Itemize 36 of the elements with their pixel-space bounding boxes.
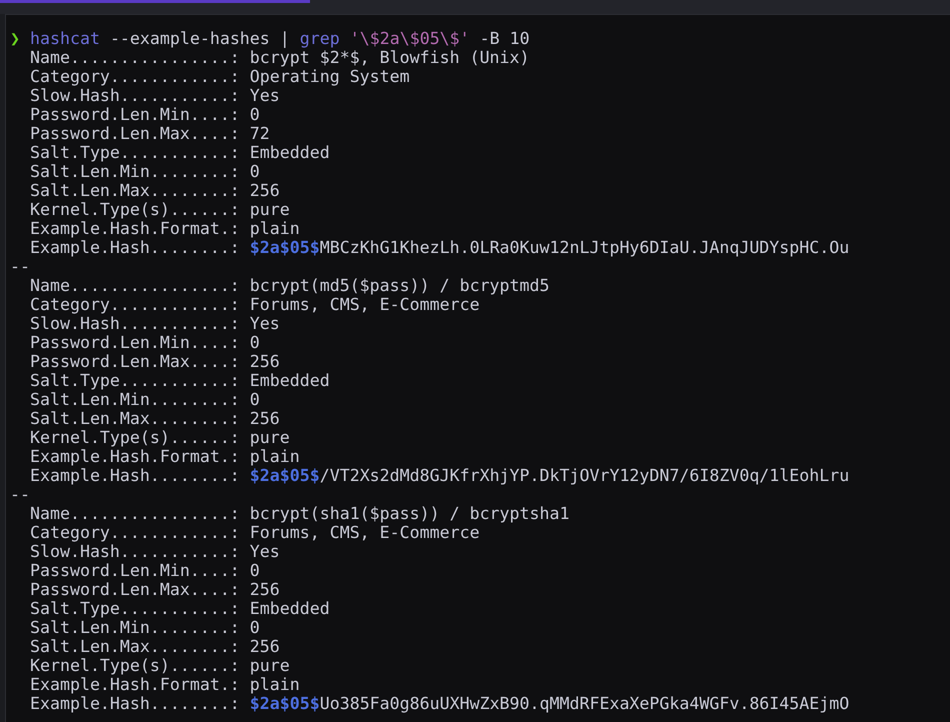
output-line: Salt.Type...........: Embedded [29,143,330,162]
output-line: Name................: bcrypt $2*$, Blowfish (Unix) [29,48,530,67]
output-line: Kernel.Type(s)......: pure [29,656,290,675]
output-line: Kernel.Type(s)......: pure [29,200,290,219]
output-line: Example.Hash........: $2a$05$MBCzKhG1KhezLh.0LRa0Kuw12nLJtpHy6DIaU.JAnqJUDYspHC.Ou [29,238,850,257]
output-line: Salt.Len.Max........: 256 [29,181,280,200]
output-line: Salt.Len.Min........: 0 [29,618,260,637]
output-line: Salt.Len.Min........: 0 [29,390,260,409]
output-line: Example.Hash.Format.: plain [29,447,300,466]
output-line: Example.Hash.Format.: plain [29,675,300,694]
output-line: Slow.Hash...........: Yes [29,86,280,105]
command-line: ❯ hashcat --example-hashes | grep '\$2a\$05\$' -B 10 [10,29,530,48]
output-line: Salt.Type...........: Embedded [29,599,330,618]
output-line: Name................: bcrypt(md5($pass)) / bcryptmd5 [29,276,550,295]
output-line: Category............: Forums, CMS, E-Commerce [29,523,480,542]
output-line: Password.Len.Max....: 72 [29,124,270,143]
output-line: Salt.Len.Min........: 0 [29,162,260,181]
separator-line: -- [10,257,30,276]
output-line: Name................: bcrypt(sha1($pass)) / bcryptsha1 [29,504,570,523]
output-line: Slow.Hash...........: Yes [29,542,280,561]
output-line: Salt.Type...........: Embedded [29,371,330,390]
output-line: Example.Hash.Format.: plain [29,219,300,238]
output-line: Password.Len.Min....: 0 [29,105,260,124]
output-line: Category............: Operating System [29,67,410,86]
output-line: Password.Len.Min....: 0 [29,333,260,352]
output-line: Salt.Len.Max........: 256 [29,409,280,428]
output-line: Salt.Len.Max........: 256 [29,637,280,656]
output-line: Password.Len.Min....: 0 [29,561,260,580]
separator-line: -- [10,485,30,504]
output-line: Password.Len.Max....: 256 [29,580,280,599]
output-line: Example.Hash........: $2a$05$/VT2Xs2dMd8GJKfrXhjYP.DkTjOVrY12yDN7/6I8ZV0q/1lEohLru [29,466,850,485]
output-line: Slow.Hash...........: Yes [29,314,280,333]
output-line: Example.Hash........: $2a$05$Uo385Fa0g86uUXHwZxB90.qMMdRFExaXePGka4WGFv.86I45AEjmO [29,694,850,713]
output-line: Password.Len.Max....: 256 [29,352,280,371]
output-line: Kernel.Type(s)......: pure [29,428,290,447]
output-line: Category............: Forums, CMS, E-Commerce [29,295,480,314]
